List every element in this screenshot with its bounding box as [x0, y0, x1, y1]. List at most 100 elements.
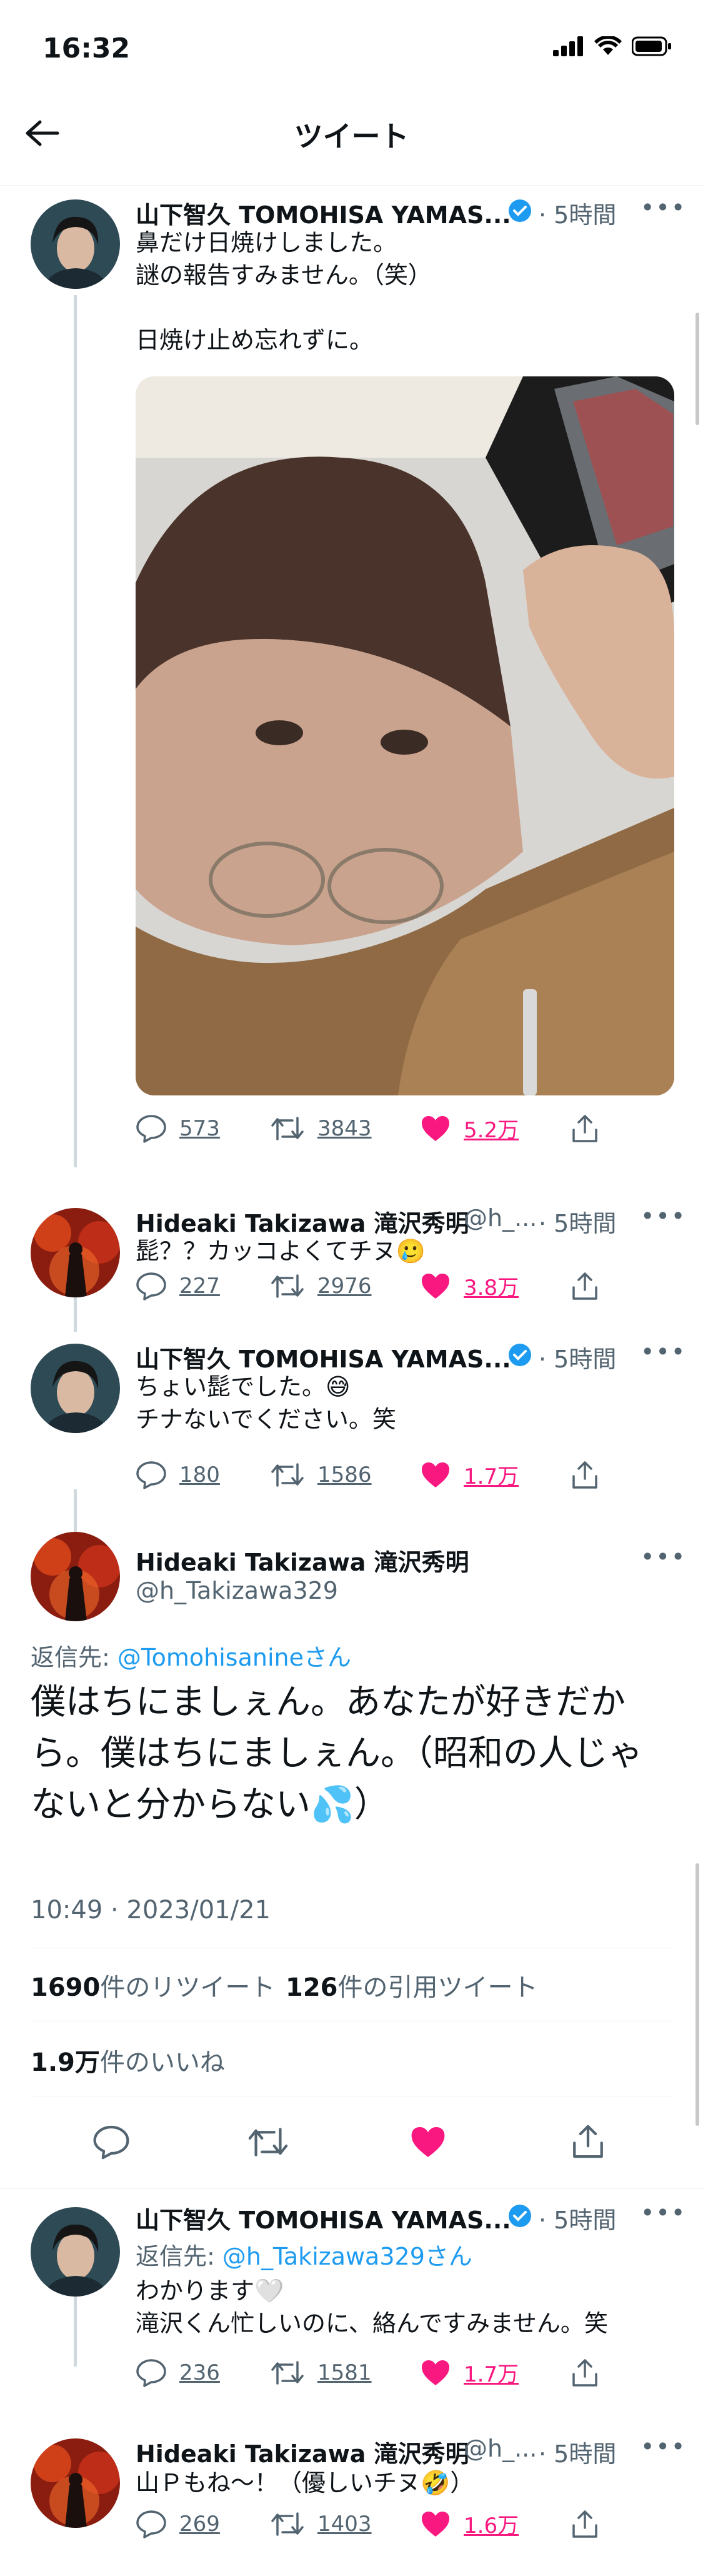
- share-button[interactable]: [570, 1460, 600, 1490]
- tweet-photo[interactable]: [136, 376, 674, 1095]
- like-icon: [422, 1115, 449, 1141]
- like-count: 3.8万: [464, 1275, 519, 1301]
- retweet-icon: [271, 1274, 304, 1298]
- like-count: 1.6万: [464, 2513, 519, 2538]
- reply-to: 返信先: @Tomohisanineさん: [31, 1644, 352, 1671]
- share-icon: [572, 1114, 597, 1142]
- wifi-icon: [594, 36, 622, 55]
- avatar[interactable]: [31, 1532, 120, 1621]
- reply-button[interactable]: 269: [136, 2510, 270, 2538]
- battery-icon: [632, 36, 671, 56]
- tweet-actions: 180 1586 1.7万: [136, 1459, 674, 1490]
- retweet-button[interactable]: 1586: [270, 1461, 420, 1489]
- reply-button[interactable]: 180: [136, 1461, 270, 1489]
- more-icon[interactable]: •••: [641, 2433, 686, 2460]
- author-handle[interactable]: @h_Takizawa329: [136, 1577, 338, 1604]
- author-name[interactable]: 山下智久 TOMOHISA YAMAS...: [136, 1340, 511, 1374]
- author-name[interactable]: 山下智久 TOMOHISA YAMAS...: [136, 196, 511, 230]
- reply-button[interactable]: 573: [136, 1114, 270, 1143]
- retweet-button[interactable]: 2976: [270, 1272, 420, 1301]
- reply-to-link[interactable]: @Tomohisanine: [117, 1644, 304, 1671]
- thread-line: [74, 2292, 77, 2367]
- more-icon[interactable]: •••: [641, 1202, 686, 1230]
- scrollbar[interactable]: [696, 1863, 699, 2126]
- retweet-count: 2976: [317, 1273, 372, 1299]
- page-title: ツイート: [294, 119, 409, 153]
- like-button[interactable]: 1.6万: [420, 2508, 570, 2539]
- avatar[interactable]: [31, 1208, 120, 1297]
- retweet-button[interactable]: 3843: [270, 1114, 420, 1143]
- retweet-icon[interactable]: [247, 2125, 289, 2160]
- verified-icon: [509, 199, 531, 222]
- retweet-stats[interactable]: 1690件のリツイート: [31, 1967, 275, 2003]
- share-button[interactable]: [570, 1271, 600, 1301]
- like-count: 1.7万: [464, 1464, 519, 1489]
- header-divider: [0, 185, 703, 186]
- reply-button[interactable]: 227: [136, 1272, 270, 1301]
- author-name[interactable]: Hideaki Takizawa 滝沢秀明: [136, 1204, 469, 1239]
- like-count: 1.7万: [464, 2362, 519, 2387]
- retweet-button[interactable]: 1581: [270, 2358, 420, 2387]
- tweet-actions: 236 1581 1.7万: [136, 2357, 674, 2388]
- author-name[interactable]: 山下智久 TOMOHISA YAMAS...: [136, 2201, 511, 2235]
- like-icon: [422, 1462, 449, 1487]
- share-button[interactable]: [570, 2509, 600, 2539]
- like-stats[interactable]: 1.9万件のいいね: [31, 2042, 225, 2078]
- reply-icon: [136, 1114, 166, 1143]
- like-icon: [422, 1273, 449, 1299]
- tweet-text: 髭？？カッコよくてチヌ🥲: [136, 1237, 426, 1265]
- like-icon[interactable]: [409, 2125, 447, 2160]
- author-name[interactable]: Hideaki Takizawa 滝沢秀明: [136, 2435, 469, 2469]
- reply-button[interactable]: 236: [136, 2358, 270, 2387]
- verified-icon: [509, 1344, 531, 1366]
- avatar[interactable]: [31, 2438, 120, 2528]
- retweet-icon: [271, 2512, 304, 2536]
- main-tweet-actions: [0, 2112, 703, 2175]
- like-button[interactable]: 3.8万: [420, 1270, 570, 1301]
- tweet-time[interactable]: · 5時間: [539, 2201, 616, 2235]
- tweet-text: ちょい髭でした。😅 チナないでください。笑: [136, 1373, 396, 1433]
- retweet-icon: [271, 1462, 304, 1487]
- share-button[interactable]: [570, 1114, 600, 1144]
- tweet-timestamp[interactable]: 10:49 · 2023/01/21: [31, 1896, 271, 1924]
- quote-stats[interactable]: 126件の引用ツイート: [286, 1967, 538, 2003]
- reply-icon: [136, 1461, 166, 1489]
- reply-to-link[interactable]: @h_Takizawa329: [222, 2243, 425, 2270]
- avatar[interactable]: [31, 199, 120, 289]
- like-count: 5.2万: [464, 1118, 519, 1143]
- more-icon[interactable]: •••: [641, 1543, 686, 1571]
- reply-count: 180: [179, 1462, 220, 1487]
- retweet-button[interactable]: 1403: [270, 2510, 420, 2538]
- reply-icon: [136, 2510, 166, 2538]
- author-handle[interactable]: @h_...: [464, 2435, 537, 2462]
- share-icon[interactable]: [570, 2123, 606, 2160]
- tweet-time[interactable]: · 5時間: [539, 1204, 616, 1239]
- divider: [0, 2188, 703, 2189]
- share-button[interactable]: [570, 2358, 600, 2388]
- tweet-text: わかります🤍 滝沢くん忙しいのに、絡んですみません。笑: [136, 2277, 608, 2337]
- author-name[interactable]: Hideaki Takizawa 滝沢秀明: [136, 1543, 469, 1577]
- tweet-text: 山Ｐもね〜！（優しいチヌ🤣）: [136, 2469, 474, 2497]
- reply-icon[interactable]: [92, 2125, 130, 2160]
- more-icon[interactable]: •••: [641, 1338, 686, 1366]
- scrollbar[interactable]: [696, 313, 699, 425]
- thread-line: [74, 295, 77, 1167]
- author-handle[interactable]: @h_...: [464, 1204, 537, 1232]
- reply-count: 269: [179, 2511, 220, 2537]
- tweet-time[interactable]: · 5時間: [539, 1340, 616, 1374]
- retweet-count: 1403: [317, 2511, 372, 2537]
- status-time: 16:32: [42, 33, 131, 64]
- more-icon[interactable]: •••: [641, 2199, 686, 2226]
- tweet-time[interactable]: · 5時間: [539, 196, 616, 230]
- avatar[interactable]: [31, 2207, 120, 2297]
- reply-count: 236: [179, 2360, 220, 2385]
- reply-icon: [136, 2358, 166, 2387]
- avatar[interactable]: [31, 1344, 120, 1433]
- retweet-icon: [271, 2360, 304, 2385]
- share-icon: [572, 2358, 597, 2387]
- like-button[interactable]: 1.7万: [420, 1459, 570, 1490]
- tweet-time[interactable]: · 5時間: [539, 2435, 616, 2469]
- like-button[interactable]: 5.2万: [420, 1113, 570, 1144]
- like-button[interactable]: 1.7万: [420, 2357, 570, 2388]
- more-icon[interactable]: •••: [641, 194, 686, 221]
